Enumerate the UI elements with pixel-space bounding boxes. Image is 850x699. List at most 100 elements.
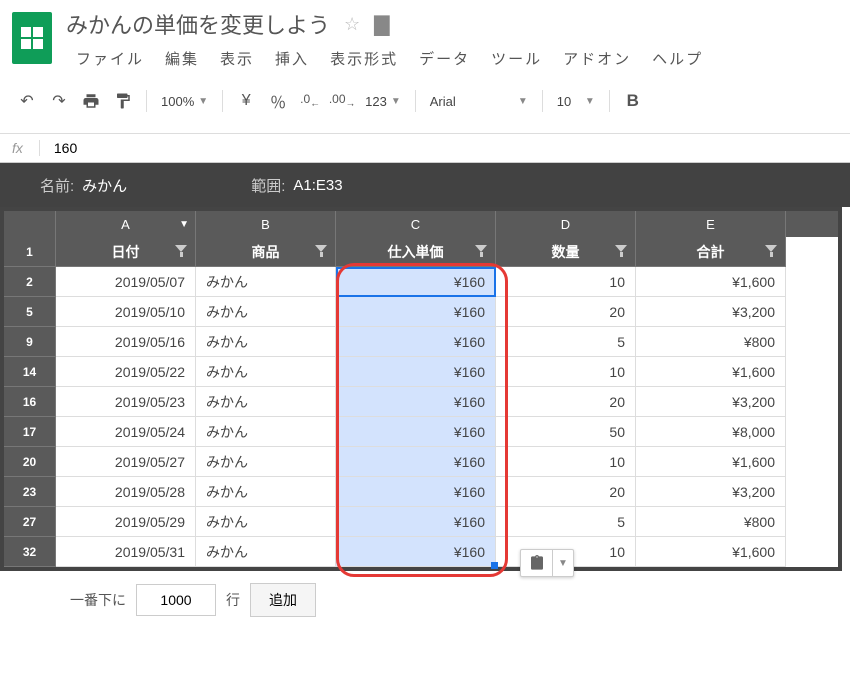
cell[interactable]: みかん	[196, 417, 336, 447]
col-header-d[interactable]: D	[496, 211, 636, 237]
row-header[interactable]: 14	[4, 357, 56, 387]
col-header-b[interactable]: B	[196, 211, 336, 237]
undo-button[interactable]: ↶	[12, 87, 42, 115]
cell[interactable]: ¥160	[336, 537, 496, 567]
add-rows-input[interactable]	[136, 584, 216, 616]
filter-icon[interactable]	[475, 244, 487, 260]
cell[interactable]: ¥160	[336, 357, 496, 387]
filter-icon[interactable]	[765, 244, 777, 260]
cell[interactable]: ¥160	[336, 507, 496, 537]
filter-icon[interactable]	[175, 244, 187, 260]
font-dropdown[interactable]: Arial ▼	[424, 94, 534, 109]
row-header[interactable]: 23	[4, 477, 56, 507]
currency-button[interactable]: ¥	[231, 87, 261, 115]
star-icon[interactable]: ☆	[344, 14, 360, 35]
header-product[interactable]: 商品	[196, 237, 336, 267]
spreadsheet-grid[interactable]: A▼ B C D E 1 日付 商品 仕入単価 数量 合計 22019/05/0…	[0, 207, 842, 571]
table-row[interactable]: 22019/05/07みかん¥16010¥1,600	[4, 267, 838, 297]
row-header[interactable]: 1	[4, 237, 56, 267]
bold-button[interactable]: B	[618, 87, 648, 115]
cell[interactable]: ¥1,600	[636, 357, 786, 387]
table-row[interactable]: 162019/05/23みかん¥16020¥3,200	[4, 387, 838, 417]
print-button[interactable]	[76, 87, 106, 115]
menu-data[interactable]: データ	[409, 44, 480, 73]
cell[interactable]: ¥800	[636, 327, 786, 357]
cell[interactable]: 2019/05/10	[56, 297, 196, 327]
cell[interactable]: ¥160	[336, 447, 496, 477]
cell[interactable]: ¥3,200	[636, 297, 786, 327]
cell[interactable]: みかん	[196, 357, 336, 387]
cell[interactable]: ¥800	[636, 507, 786, 537]
cell[interactable]: ¥3,200	[636, 477, 786, 507]
filter-name[interactable]: みかん	[82, 175, 127, 196]
cell[interactable]: 2019/05/07	[56, 267, 196, 297]
cell[interactable]: みかん	[196, 447, 336, 477]
cell[interactable]: ¥8,000	[636, 417, 786, 447]
doc-title[interactable]: みかんの単価を変更しよう	[66, 8, 330, 40]
cell[interactable]: みかん	[196, 507, 336, 537]
add-rows-button[interactable]: 追加	[250, 583, 316, 617]
menu-file[interactable]: ファイル	[66, 44, 154, 73]
number-format-dropdown[interactable]: 123 ▼	[359, 94, 407, 109]
cell[interactable]: ¥1,600	[636, 267, 786, 297]
header-price[interactable]: 仕入単価	[336, 237, 496, 267]
header-total[interactable]: 合計	[636, 237, 786, 267]
cell[interactable]: 10	[496, 357, 636, 387]
menu-view[interactable]: 表示	[210, 44, 264, 73]
percent-button[interactable]: ％	[263, 87, 293, 115]
cell[interactable]: ¥160	[336, 387, 496, 417]
folder-icon[interactable]: ▇	[374, 12, 389, 37]
cell[interactable]: みかん	[196, 537, 336, 567]
menu-tools[interactable]: ツール	[481, 44, 552, 73]
table-row[interactable]: 232019/05/28みかん¥16020¥3,200	[4, 477, 838, 507]
paint-format-button[interactable]	[108, 87, 138, 115]
select-all-corner[interactable]	[4, 211, 56, 237]
cell[interactable]: ¥3,200	[636, 387, 786, 417]
header-date[interactable]: 日付	[56, 237, 196, 267]
col-header-a[interactable]: A▼	[56, 211, 196, 237]
row-header[interactable]: 5	[4, 297, 56, 327]
sheets-app-icon[interactable]	[12, 12, 52, 64]
cell[interactable]: ¥1,600	[636, 537, 786, 567]
cell[interactable]: みかん	[196, 477, 336, 507]
row-header[interactable]: 27	[4, 507, 56, 537]
menu-format[interactable]: 表示形式	[320, 44, 408, 73]
cell[interactable]: 2019/05/31	[56, 537, 196, 567]
paste-dropdown-caret[interactable]: ▼	[553, 558, 573, 569]
table-row[interactable]: 322019/05/31みかん¥16010¥1,600	[4, 537, 838, 567]
table-row[interactable]: 202019/05/27みかん¥16010¥1,600	[4, 447, 838, 477]
menu-addons[interactable]: アドオン	[553, 44, 641, 73]
cell[interactable]: 2019/05/29	[56, 507, 196, 537]
table-row[interactable]: 272019/05/29みかん¥1605¥800	[4, 507, 838, 537]
cell[interactable]: 20	[496, 297, 636, 327]
menu-insert[interactable]: 挿入	[265, 44, 319, 73]
cell[interactable]: ¥160	[336, 267, 496, 297]
row-header[interactable]: 32	[4, 537, 56, 567]
decrease-decimal-button[interactable]: .0←	[295, 87, 325, 115]
cell[interactable]: ¥160	[336, 297, 496, 327]
table-row[interactable]: 142019/05/22みかん¥16010¥1,600	[4, 357, 838, 387]
cell[interactable]: みかん	[196, 387, 336, 417]
cell[interactable]: 10	[496, 447, 636, 477]
row-header[interactable]: 2	[4, 267, 56, 297]
cell[interactable]: ¥160	[336, 477, 496, 507]
cell[interactable]: 10	[496, 267, 636, 297]
filter-icon[interactable]	[315, 244, 327, 260]
cell[interactable]: 2019/05/28	[56, 477, 196, 507]
table-row[interactable]: 92019/05/16みかん¥1605¥800	[4, 327, 838, 357]
row-header[interactable]: 9	[4, 327, 56, 357]
cell[interactable]: ¥160	[336, 417, 496, 447]
redo-button[interactable]: ↷	[44, 87, 74, 115]
clipboard-icon[interactable]	[521, 550, 553, 576]
cell[interactable]: 2019/05/16	[56, 327, 196, 357]
selection-handle[interactable]	[491, 562, 498, 569]
cell[interactable]: 2019/05/27	[56, 447, 196, 477]
table-row[interactable]: 52019/05/10みかん¥16020¥3,200	[4, 297, 838, 327]
caret-down-icon[interactable]: ▼	[179, 219, 189, 230]
cell[interactable]: ¥160	[336, 327, 496, 357]
row-header[interactable]: 20	[4, 447, 56, 477]
zoom-dropdown[interactable]: 100% ▼	[155, 94, 214, 109]
row-header[interactable]: 16	[4, 387, 56, 417]
cell[interactable]: 50	[496, 417, 636, 447]
col-header-e[interactable]: E	[636, 211, 786, 237]
